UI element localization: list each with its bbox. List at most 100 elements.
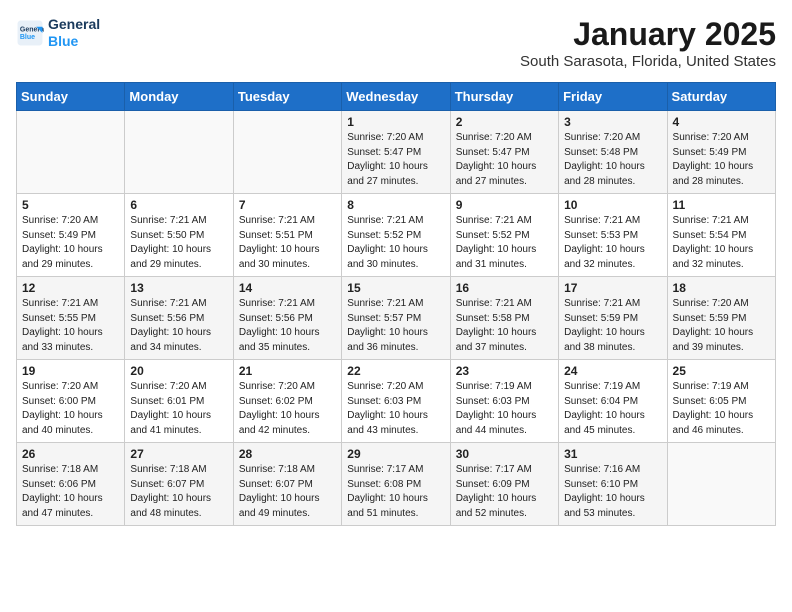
header-row: SundayMondayTuesdayWednesdayThursdayFrid… xyxy=(17,83,776,111)
day-number: 1 xyxy=(347,115,444,129)
day-number: 18 xyxy=(673,281,770,295)
day-info: Sunrise: 7:21 AM Sunset: 5:58 PM Dayligh… xyxy=(456,297,553,355)
calendar-cell: 17 Sunrise: 7:21 AM Sunset: 5:59 PM Dayli… xyxy=(559,277,667,360)
column-header-friday: Friday xyxy=(559,83,667,111)
day-number: 29 xyxy=(347,447,444,461)
calendar-cell: 31 Sunrise: 7:16 AM Sunset: 6:10 PM Dayli… xyxy=(559,443,667,526)
day-number: 11 xyxy=(673,198,770,212)
calendar-cell: 28 Sunrise: 7:18 AM Sunset: 6:07 PM Dayli… xyxy=(233,443,341,526)
day-number: 27 xyxy=(130,447,227,461)
calendar-cell: 8 Sunrise: 7:21 AM Sunset: 5:52 PM Daylig… xyxy=(342,194,450,277)
calendar-cell: 19 Sunrise: 7:20 AM Sunset: 6:00 PM Dayli… xyxy=(17,360,125,443)
day-number: 30 xyxy=(456,447,553,461)
day-info: Sunrise: 7:21 AM Sunset: 5:55 PM Dayligh… xyxy=(22,297,119,355)
calendar-cell: 18 Sunrise: 7:20 AM Sunset: 5:59 PM Dayli… xyxy=(667,277,775,360)
day-number: 9 xyxy=(456,198,553,212)
day-number: 2 xyxy=(456,115,553,129)
day-info: Sunrise: 7:21 AM Sunset: 5:54 PM Dayligh… xyxy=(673,214,770,272)
calendar-cell: 25Sunrise: 7:19 AM Sunset: 6:05 PM Dayli… xyxy=(667,360,775,443)
day-number: 21 xyxy=(239,364,336,378)
day-info: Sunrise: 7:19 AM Sunset: 6:04 PM Dayligh… xyxy=(564,380,661,438)
logo-text-line1: General xyxy=(48,16,100,33)
day-info: Sunrise: 7:21 AM Sunset: 5:50 PM Dayligh… xyxy=(130,214,227,272)
day-number: 19 xyxy=(22,364,119,378)
day-number: 15 xyxy=(347,281,444,295)
calendar-week-5: 26Sunrise: 7:18 AM Sunset: 6:06 PM Dayli… xyxy=(17,443,776,526)
day-number: 6 xyxy=(130,198,227,212)
calendar-cell: 27 Sunrise: 7:18 AM Sunset: 6:07 PM Dayli… xyxy=(125,443,233,526)
calendar-cell: 24 Sunrise: 7:19 AM Sunset: 6:04 PM Dayli… xyxy=(559,360,667,443)
day-number: 22 xyxy=(347,364,444,378)
calendar-cell xyxy=(667,443,775,526)
column-header-sunday: Sunday xyxy=(17,83,125,111)
title-area: January 2025 South Sarasota, Florida, Un… xyxy=(520,16,776,70)
calendar-cell: 1Sunrise: 7:20 AM Sunset: 5:47 PM Daylig… xyxy=(342,111,450,194)
calendar-cell: 23Sunrise: 7:19 AM Sunset: 6:03 PM Dayli… xyxy=(450,360,558,443)
day-number: 24 xyxy=(564,364,661,378)
day-info: Sunrise: 7:20 AM Sunset: 6:02 PM Dayligh… xyxy=(239,380,336,438)
day-info: Sunrise: 7:19 AM Sunset: 6:05 PM Dayligh… xyxy=(673,380,770,438)
day-info: Sunrise: 7:20 AM Sunset: 6:00 PM Dayligh… xyxy=(22,380,119,438)
calendar-cell: 6 Sunrise: 7:21 AM Sunset: 5:50 PM Daylig… xyxy=(125,194,233,277)
day-number: 5 xyxy=(22,198,119,212)
logo: General Blue General Blue xyxy=(16,16,100,50)
calendar-cell: 26Sunrise: 7:18 AM Sunset: 6:06 PM Dayli… xyxy=(17,443,125,526)
page-header: General Blue General Blue January 2025 S… xyxy=(16,16,776,70)
calendar-cell xyxy=(17,111,125,194)
svg-text:Blue: Blue xyxy=(20,34,35,41)
day-info: Sunrise: 7:17 AM Sunset: 6:09 PM Dayligh… xyxy=(456,463,553,521)
day-number: 16 xyxy=(456,281,553,295)
calendar-cell: 4 Sunrise: 7:20 AM Sunset: 5:49 PM Daylig… xyxy=(667,111,775,194)
calendar-week-2: 5 Sunrise: 7:20 AM Sunset: 5:49 PM Daylig… xyxy=(17,194,776,277)
day-info: Sunrise: 7:21 AM Sunset: 5:52 PM Dayligh… xyxy=(347,214,444,272)
day-number: 12 xyxy=(22,281,119,295)
calendar-cell: 12 Sunrise: 7:21 AM Sunset: 5:55 PM Dayli… xyxy=(17,277,125,360)
calendar-cell: 11 Sunrise: 7:21 AM Sunset: 5:54 PM Dayli… xyxy=(667,194,775,277)
day-number: 8 xyxy=(347,198,444,212)
column-header-monday: Monday xyxy=(125,83,233,111)
day-number: 17 xyxy=(564,281,661,295)
column-header-tuesday: Tuesday xyxy=(233,83,341,111)
day-number: 3 xyxy=(564,115,661,129)
day-info: Sunrise: 7:19 AM Sunset: 6:03 PM Dayligh… xyxy=(456,380,553,438)
calendar-week-4: 19 Sunrise: 7:20 AM Sunset: 6:00 PM Dayli… xyxy=(17,360,776,443)
day-info: Sunrise: 7:21 AM Sunset: 5:56 PM Dayligh… xyxy=(130,297,227,355)
day-info: Sunrise: 7:21 AM Sunset: 5:56 PM Dayligh… xyxy=(239,297,336,355)
calendar-cell: 16 Sunrise: 7:21 AM Sunset: 5:58 PM Dayli… xyxy=(450,277,558,360)
day-info: Sunrise: 7:20 AM Sunset: 5:47 PM Dayligh… xyxy=(456,131,553,189)
day-info: Sunrise: 7:20 AM Sunset: 5:48 PM Dayligh… xyxy=(564,131,661,189)
day-number: 26 xyxy=(22,447,119,461)
calendar-cell: 29 Sunrise: 7:17 AM Sunset: 6:08 PM Dayli… xyxy=(342,443,450,526)
day-info: Sunrise: 7:20 AM Sunset: 5:49 PM Dayligh… xyxy=(673,131,770,189)
calendar-cell: 10Sunrise: 7:21 AM Sunset: 5:53 PM Dayli… xyxy=(559,194,667,277)
day-info: Sunrise: 7:20 AM Sunset: 5:59 PM Dayligh… xyxy=(673,297,770,355)
calendar-cell: 30 Sunrise: 7:17 AM Sunset: 6:09 PM Dayli… xyxy=(450,443,558,526)
calendar-cell xyxy=(125,111,233,194)
day-number: 13 xyxy=(130,281,227,295)
calendar-cell: 3 Sunrise: 7:20 AM Sunset: 5:48 PM Daylig… xyxy=(559,111,667,194)
calendar-cell: 13 Sunrise: 7:21 AM Sunset: 5:56 PM Dayli… xyxy=(125,277,233,360)
calendar-cell: 20Sunrise: 7:20 AM Sunset: 6:01 PM Dayli… xyxy=(125,360,233,443)
day-info: Sunrise: 7:18 AM Sunset: 6:07 PM Dayligh… xyxy=(130,463,227,521)
day-info: Sunrise: 7:21 AM Sunset: 5:52 PM Dayligh… xyxy=(456,214,553,272)
day-info: Sunrise: 7:18 AM Sunset: 6:07 PM Dayligh… xyxy=(239,463,336,521)
day-number: 31 xyxy=(564,447,661,461)
column-header-wednesday: Wednesday xyxy=(342,83,450,111)
calendar-title: January 2025 xyxy=(520,16,776,53)
day-info: Sunrise: 7:20 AM Sunset: 5:49 PM Dayligh… xyxy=(22,214,119,272)
calendar-cell xyxy=(233,111,341,194)
day-info: Sunrise: 7:17 AM Sunset: 6:08 PM Dayligh… xyxy=(347,463,444,521)
day-number: 4 xyxy=(673,115,770,129)
day-info: Sunrise: 7:21 AM Sunset: 5:59 PM Dayligh… xyxy=(564,297,661,355)
calendar-table: SundayMondayTuesdayWednesdayThursdayFrid… xyxy=(16,82,776,526)
column-header-thursday: Thursday xyxy=(450,83,558,111)
day-number: 10 xyxy=(564,198,661,212)
calendar-cell: 15Sunrise: 7:21 AM Sunset: 5:57 PM Dayli… xyxy=(342,277,450,360)
calendar-cell: 7Sunrise: 7:21 AM Sunset: 5:51 PM Daylig… xyxy=(233,194,341,277)
calendar-cell: 14 Sunrise: 7:21 AM Sunset: 5:56 PM Dayli… xyxy=(233,277,341,360)
day-number: 28 xyxy=(239,447,336,461)
calendar-subtitle: South Sarasota, Florida, United States xyxy=(520,53,776,70)
day-number: 14 xyxy=(239,281,336,295)
day-info: Sunrise: 7:16 AM Sunset: 6:10 PM Dayligh… xyxy=(564,463,661,521)
column-header-saturday: Saturday xyxy=(667,83,775,111)
